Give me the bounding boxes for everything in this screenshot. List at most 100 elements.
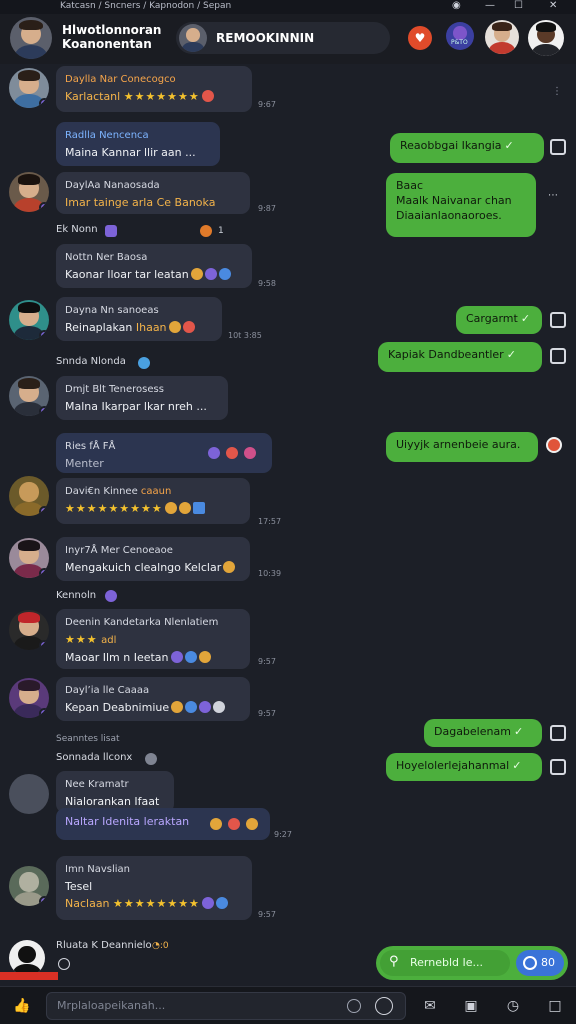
- message-bubble[interactable]: Dayna Nn sanoeas Reinaplakan Ihaan: [56, 297, 222, 341]
- message-label: Reinaplakan: [65, 321, 133, 334]
- sender-avatar[interactable]: [9, 610, 49, 650]
- clock-icon: [145, 753, 157, 765]
- sender-name: Inyr7Å Mer Cenoeaoe: [65, 545, 173, 556]
- sender-avatar[interactable]: [9, 172, 49, 212]
- message-text: Imar tainge arla Ce Banoka: [65, 196, 216, 209]
- copy-icon[interactable]: [550, 312, 566, 328]
- group-title-line2: Koanonentan: [62, 37, 152, 51]
- message-input[interactable]: Mrplaloapeikanah...: [46, 992, 406, 1020]
- heart-icon[interactable]: ♥: [408, 26, 432, 50]
- message-bubble[interactable]: Daylla Nar Conecogco Karlactanl ★★★★★★★: [56, 66, 252, 112]
- contact-avatar-3[interactable]: [528, 20, 564, 56]
- online-badge: [39, 640, 49, 650]
- outgoing-message[interactable]: Dagabelenam ✓: [424, 719, 542, 747]
- outgoing-message[interactable]: Hoyelolerlejahanmal ✓: [386, 753, 542, 781]
- highlight-text: Ihaan: [135, 321, 167, 334]
- emoji-icon: [164, 502, 177, 514]
- sender-avatar[interactable]: [9, 476, 49, 516]
- message-bubble[interactable]: Inyr7Å Mer Cenoeaoe Mengakuich clealngo …: [56, 537, 250, 581]
- outgoing-message[interactable]: Uiyyjk arnenbeie aura.: [386, 432, 538, 462]
- clock-icon[interactable]: ◷: [503, 996, 523, 1016]
- record-icon[interactable]: [546, 437, 562, 453]
- window-title-bar: Katcasn / Sncners / Kapnodon / Sepan ◉ —…: [0, 0, 576, 14]
- message-bubble[interactable]: Nee Kramatr Nialorankan Ifaat: [56, 771, 174, 813]
- message-bubble[interactable]: Imn Navslian Tesel Naclaan ★★★★★★★★: [56, 856, 252, 920]
- close-button[interactable]: ✕: [549, 0, 557, 11]
- copy-icon[interactable]: [550, 759, 566, 775]
- sender-name: Dayl’ia lle Caaaa: [65, 685, 150, 696]
- emoji-icon: [192, 502, 205, 514]
- message-text: Kaonar Iloar tar leatan: [65, 266, 243, 283]
- avatar-badge-label: P&TO: [451, 39, 468, 46]
- sender-name-main: Davi€n Kinnee: [65, 486, 138, 497]
- mail-icon[interactable]: ✉: [420, 996, 440, 1016]
- active-chat-pill[interactable]: REMOOKINNIN: [176, 22, 390, 54]
- message-label: Maoar Ilm n Ieetan: [65, 651, 169, 664]
- sender-avatar[interactable]: [9, 774, 49, 814]
- search-field[interactable]: ⚲ Rernebld Ie...: [380, 950, 510, 976]
- avatar-hair: [492, 22, 512, 31]
- message-bubble[interactable]: Dayl’ia lle Caaaa Kepan Deabnimiue: [56, 677, 250, 721]
- message-bubble[interactable]: Naltar Idenita leraktan: [56, 808, 270, 840]
- avatar-face: [18, 945, 36, 964]
- chat-icon[interactable]: □: [545, 996, 565, 1016]
- message-text: Maina Kannar llir aan ...: [65, 146, 196, 159]
- message-text: Kepan Deabnimiue: [65, 699, 241, 716]
- avatar-hair: [17, 378, 41, 389]
- message-bubble[interactable]: Nottn Ner Baosa Kaonar Iloar tar leatan: [56, 244, 252, 288]
- outgoing-message[interactable]: Kapiak Dandbeantler ✓: [378, 342, 542, 372]
- message-bubble[interactable]: Dmjt Blt Tenerosess Malna Ikarpar lkar n…: [56, 376, 228, 420]
- system-name: Rluata K Deannielo: [56, 940, 152, 951]
- copy-icon[interactable]: [550, 348, 566, 364]
- sender-avatar[interactable]: [9, 68, 49, 108]
- timer-icon[interactable]: [375, 997, 393, 1015]
- emoji-icon[interactable]: [347, 999, 361, 1013]
- outgoing-message[interactable]: Reaobbgai Ikangia ✓: [390, 133, 544, 163]
- outgoing-message[interactable]: Baac Maalk Naivanar chan Diaaianlaonaoro…: [386, 173, 536, 237]
- message-bubble[interactable]: Radlla Nencenca Maina Kannar llir aan ..…: [56, 122, 220, 166]
- timestamp: 9:58: [258, 279, 276, 288]
- search-pill[interactable]: ⚲ Rernebld Ie... 80: [376, 946, 568, 980]
- online-badge: [39, 506, 49, 516]
- maximize-button[interactable]: ☐: [514, 0, 523, 11]
- emoji-icon: [190, 268, 203, 280]
- tag-icon: [105, 590, 117, 602]
- sender-avatar[interactable]: [9, 376, 49, 416]
- sender-avatar[interactable]: [9, 940, 45, 976]
- more-icon[interactable]: ⋮: [552, 86, 562, 97]
- count-label: 1: [218, 226, 224, 236]
- contact-avatar-2[interactable]: [485, 20, 519, 54]
- sender-avatar[interactable]: [9, 300, 49, 340]
- sender-avatar[interactable]: [9, 678, 49, 718]
- status-icon: [58, 958, 70, 970]
- search-label: Rernebld Ie...: [410, 956, 484, 969]
- emoji-icon: [246, 818, 258, 830]
- record-icon[interactable]: ◉: [452, 0, 461, 11]
- sender-avatar[interactable]: [9, 538, 49, 578]
- emoji-icon: [171, 701, 184, 713]
- emoji-icon: [198, 651, 211, 663]
- copy-icon[interactable]: [550, 139, 566, 155]
- message-text: Tesel: [65, 880, 93, 893]
- like-icon[interactable]: 👍: [12, 996, 32, 1016]
- sender-avatar[interactable]: [9, 866, 49, 906]
- message-bubble[interactable]: DaylАa Nanaosada Imar tainge arla Ce Ban…: [56, 172, 250, 214]
- whatsapp-button[interactable]: 80: [516, 950, 564, 976]
- contact-avatar-1[interactable]: P&TO: [446, 22, 474, 50]
- sender-name: Daylla Nar Conecogco: [65, 74, 176, 85]
- save-icon[interactable]: ▣: [461, 996, 481, 1016]
- message-bubble[interactable]: Davi€n Kinnee caaun ★★★★★★★★★: [56, 478, 250, 524]
- outgoing-message[interactable]: Cargarmt ✓: [456, 306, 542, 334]
- message-bubble[interactable]: Deenin Kandetarka Nlenlatiem ★★★ adl Mao…: [56, 609, 250, 669]
- timestamp: 9:87: [258, 204, 276, 213]
- avatar-hair: [19, 19, 43, 31]
- emoji-icon: [201, 897, 214, 909]
- copy-icon[interactable]: [550, 725, 566, 741]
- message-bubble[interactable]: Ries fÅ FÅ Menter: [56, 433, 272, 473]
- avatar-body: [489, 42, 515, 54]
- system-name: Kennoln: [56, 590, 97, 601]
- minimize-button[interactable]: —: [485, 0, 495, 11]
- more-icon[interactable]: ⋯: [548, 190, 558, 201]
- online-badge: [39, 98, 49, 108]
- profile-avatar[interactable]: [10, 17, 52, 59]
